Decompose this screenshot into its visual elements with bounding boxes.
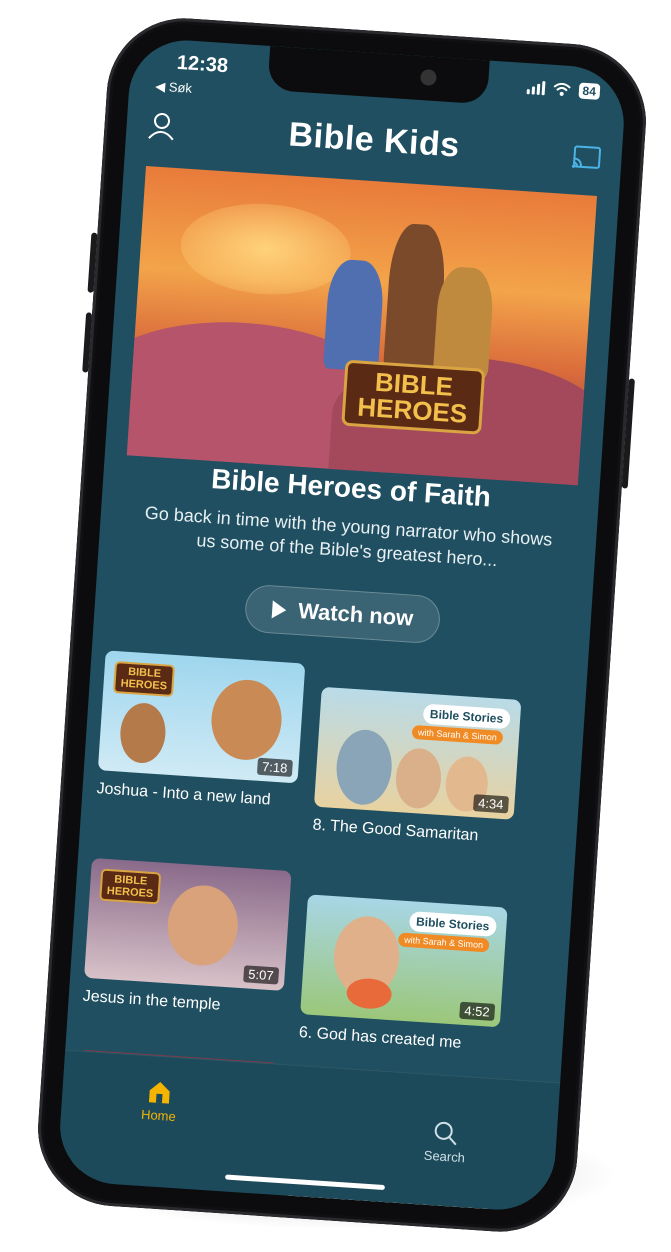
- watch-now-button[interactable]: Watch now: [243, 583, 442, 645]
- app-logo: Bible Kids: [287, 115, 461, 165]
- video-title: 8. The Good Samaritan: [312, 816, 479, 845]
- watch-now-label: Watch now: [297, 598, 415, 631]
- video-card[interactable]: Bible Stories with Sarah & Simon 4:52 6.…: [298, 894, 508, 1055]
- back-to-search-link[interactable]: ◀ Søk: [155, 78, 193, 96]
- profile-icon[interactable]: [146, 110, 178, 142]
- status-indicators: 84: [526, 79, 601, 100]
- video-thumbnail: Bible Stories with Sarah & Simon 4:34: [313, 686, 522, 820]
- status-time: 12:38: [176, 51, 229, 78]
- search-icon: [435, 1121, 457, 1146]
- video-card[interactable]: Bible Stories with Sarah & Simon 4:34 8.…: [312, 686, 522, 848]
- app-screen: 12:38 ◀ Søk 84 Bible Kids BIBLE HEROES B…: [56, 36, 628, 1214]
- tab-bar: Home Search: [56, 1049, 561, 1214]
- cast-icon[interactable]: [571, 144, 603, 172]
- video-duration: 4:34: [472, 794, 510, 814]
- character-face: [118, 701, 168, 765]
- volume-down-button: [82, 312, 93, 373]
- video-title: 6. God has created me: [298, 1024, 462, 1052]
- video-duration: 4:52: [458, 1001, 496, 1021]
- video-title: Joshua - Into a new land: [96, 780, 272, 809]
- phone-frame: 12:38 ◀ Søk 84 Bible Kids BIBLE HEROES B…: [33, 13, 651, 1237]
- video-thumbnail: Bible Stories with Sarah & Simon 4:52: [300, 894, 508, 1028]
- series-badge: BIBLEHEROES: [112, 661, 176, 697]
- character-face: [394, 746, 443, 810]
- tab-home-label: Home: [140, 1106, 177, 1125]
- video-card[interactable]: BIBLE HEROES 5:07 Jesus in the temple: [82, 857, 292, 1019]
- battery-level: 84: [578, 82, 601, 100]
- home-indicator[interactable]: [224, 1174, 385, 1191]
- bible-heroes-badge: BIBLE HEROES: [341, 359, 486, 435]
- play-icon: [271, 600, 287, 620]
- series-badge: BIBLEHEROES: [99, 868, 162, 905]
- wifi-icon: [553, 82, 571, 96]
- video-duration: 7:18: [256, 757, 293, 778]
- video-duration: 5:07: [242, 965, 280, 985]
- character-face: [208, 677, 285, 763]
- camera-icon: [419, 69, 437, 87]
- notch: [267, 45, 490, 105]
- tab-search-label: Search: [423, 1147, 466, 1166]
- tab-search[interactable]: Search: [423, 1119, 467, 1166]
- video-card[interactable]: BIBLE HEROES 7:18 Joshua - Into a new lan…: [96, 650, 306, 811]
- badge-line: HEROES: [356, 391, 469, 429]
- side-button: [621, 378, 635, 489]
- hero-sun: [177, 198, 354, 300]
- video-thumbnail: BIBLE HEROES 7:18: [97, 650, 306, 784]
- home-icon: [149, 1081, 171, 1104]
- character-face: [334, 728, 395, 807]
- tab-home[interactable]: Home: [141, 1078, 179, 1124]
- signal-icon: [526, 80, 546, 96]
- character-face: [165, 883, 241, 968]
- video-title: Jesus in the temple: [82, 987, 221, 1014]
- video-thumbnail: BIBLE HEROES 5:07: [84, 857, 292, 991]
- hero-banner-image[interactable]: BIBLE HEROES: [126, 166, 597, 486]
- volume-up-button: [87, 232, 98, 293]
- video-grid: BIBLE HEROES 7:18 Joshua - Into a new lan…: [71, 649, 587, 1214]
